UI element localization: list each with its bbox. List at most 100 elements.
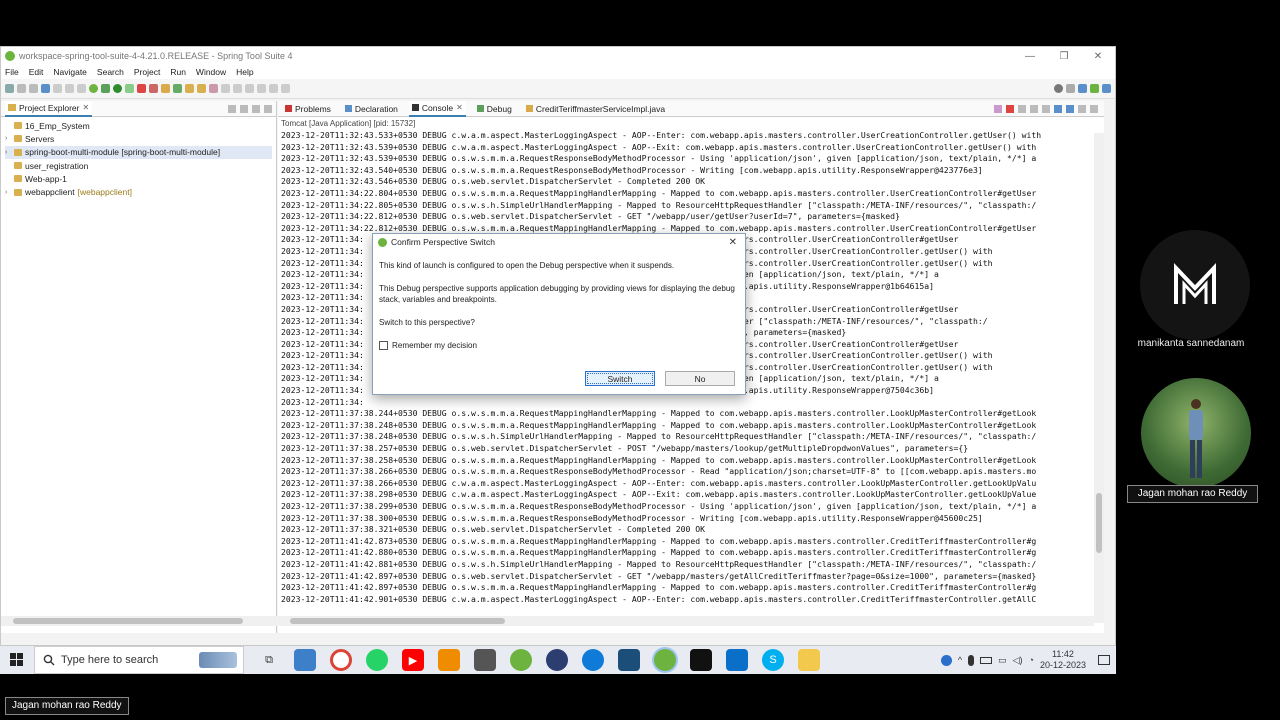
chrome-icon[interactable] xyxy=(330,649,352,671)
whatsapp-icon[interactable] xyxy=(366,649,388,671)
spring-perspective-icon[interactable] xyxy=(1090,84,1099,93)
chevron-up-icon[interactable]: ^ xyxy=(958,655,962,665)
skype-icon[interactable]: S xyxy=(762,649,784,671)
debug-perspective-icon[interactable] xyxy=(1102,84,1111,93)
remember-decision-row[interactable]: Remember my decision xyxy=(379,340,737,351)
youtube-icon[interactable]: ▶ xyxy=(402,649,424,671)
new-class-icon[interactable] xyxy=(173,84,182,93)
remember-decision-checkbox[interactable] xyxy=(379,341,388,350)
console-vertical-scrollbar[interactable] xyxy=(1094,133,1104,623)
last-edit-icon[interactable] xyxy=(245,84,254,93)
tree-item-16-emp-system[interactable]: 16_Emp_System xyxy=(5,119,272,132)
open-task-icon[interactable] xyxy=(197,84,206,93)
filter-icon[interactable] xyxy=(252,104,260,113)
tree-item-webappclient[interactable]: › webappclient [webappclient] xyxy=(5,185,272,198)
battery-icon[interactable] xyxy=(980,656,993,664)
start-button[interactable] xyxy=(0,646,34,674)
tree-item-web-app-1[interactable]: Web-app-1 xyxy=(5,172,272,185)
edge-icon[interactable] xyxy=(582,649,604,671)
spring-boot-dashboard-icon[interactable] xyxy=(89,84,98,93)
console-horizontal-scrollbar[interactable] xyxy=(278,616,1094,626)
scroll-thumb[interactable] xyxy=(13,618,243,624)
save-all-icon[interactable] xyxy=(29,84,38,93)
search-icon[interactable] xyxy=(1054,84,1063,93)
network-icon[interactable]: ▭ xyxy=(998,655,1007,666)
eclipse-icon[interactable] xyxy=(546,649,568,671)
open-console-icon[interactable] xyxy=(1078,104,1086,113)
expand-arrow-icon[interactable]: › xyxy=(5,135,11,142)
close-icon[interactable]: ✕ xyxy=(456,103,463,112)
external-tools-icon[interactable] xyxy=(137,84,146,93)
pin-console-icon[interactable] xyxy=(994,104,1002,113)
back-icon[interactable] xyxy=(257,84,266,93)
suspend-icon[interactable] xyxy=(65,84,74,93)
vscode-icon[interactable] xyxy=(726,649,748,671)
word-wrap-icon[interactable] xyxy=(1054,104,1062,113)
system-clock[interactable]: 11:42 20-12-2023 xyxy=(1040,649,1086,671)
open-type-icon[interactable] xyxy=(185,84,194,93)
tree-item-spring-boot-multi-module[interactable]: › spring-boot-multi-module [spring-boot-… xyxy=(5,145,272,159)
debug-run-icon[interactable] xyxy=(101,84,110,93)
stop-icon[interactable] xyxy=(149,84,158,93)
menu-window[interactable]: Window xyxy=(196,67,226,77)
help-icon[interactable] xyxy=(940,654,952,666)
file-explorer-icon[interactable] xyxy=(798,649,820,671)
vlc-icon[interactable] xyxy=(438,649,460,671)
menu-search[interactable]: Search xyxy=(97,67,124,77)
coverage-icon[interactable] xyxy=(125,84,134,93)
menu-edit[interactable]: Edit xyxy=(29,67,44,77)
spring-tool-suite-icon[interactable] xyxy=(510,649,532,671)
close-button[interactable]: ✕ xyxy=(1081,51,1115,62)
expand-arrow-icon[interactable]: › xyxy=(5,149,11,156)
app-icon[interactable] xyxy=(474,649,496,671)
prev-annotation-icon[interactable] xyxy=(233,84,242,93)
tab-console[interactable]: Console ✕ xyxy=(408,100,466,117)
close-icon[interactable]: ✕ xyxy=(82,103,89,112)
tab-credit-teriff-service-impl[interactable]: CreditTeriffmasterServiceImpl.java xyxy=(523,101,668,117)
debug-icon[interactable] xyxy=(41,84,50,93)
app-icon[interactable] xyxy=(294,649,316,671)
forward-icon[interactable] xyxy=(269,84,278,93)
wifi-icon[interactable]: ◔ xyxy=(1029,655,1034,665)
menu-project[interactable]: Project xyxy=(134,67,160,77)
menu-navigate[interactable]: Navigate xyxy=(53,67,87,77)
menu-help[interactable]: Help xyxy=(236,67,253,77)
tree-item-servers[interactable]: › Servers xyxy=(5,132,272,145)
tree-item-user-registration[interactable]: user_registration xyxy=(5,159,272,172)
tab-debug[interactable]: Debug xyxy=(474,101,515,117)
link-editor-icon[interactable] xyxy=(240,104,248,113)
notifications-icon[interactable] xyxy=(1098,655,1110,665)
menu-file[interactable]: File xyxy=(5,67,19,77)
scroll-thumb[interactable] xyxy=(1096,493,1102,553)
task-view-icon[interactable]: ⧉ xyxy=(258,649,280,671)
volume-icon[interactable]: ◁) xyxy=(1013,655,1023,666)
pin-editor-icon[interactable] xyxy=(281,84,290,93)
taskbar-search[interactable]: Type here to search xyxy=(34,646,244,674)
view-menu-icon[interactable] xyxy=(264,104,272,113)
open-perspective-icon[interactable] xyxy=(1066,84,1075,93)
dialog-close-button[interactable]: ✕ xyxy=(729,237,737,248)
terminate-console-icon[interactable] xyxy=(1006,104,1014,113)
scroll-thumb[interactable] xyxy=(290,618,505,624)
new-package-icon[interactable] xyxy=(161,84,170,93)
menu-run[interactable]: Run xyxy=(170,67,186,77)
terminate-icon[interactable] xyxy=(77,84,86,93)
java-perspective-icon[interactable] xyxy=(1078,84,1087,93)
next-annotation-icon[interactable] xyxy=(221,84,230,93)
no-button[interactable]: No xyxy=(665,371,735,386)
collapse-all-icon[interactable] xyxy=(228,104,236,113)
remove-launch-icon[interactable] xyxy=(1018,104,1026,113)
terminal-icon[interactable] xyxy=(690,649,712,671)
tab-declaration[interactable]: Declaration xyxy=(342,101,401,117)
new-icon[interactable] xyxy=(5,84,14,93)
save-icon[interactable] xyxy=(17,84,26,93)
clear-console-icon[interactable] xyxy=(1030,104,1038,113)
expand-arrow-icon[interactable]: › xyxy=(5,189,11,196)
maximize-button[interactable]: ❐ xyxy=(1047,51,1081,62)
scroll-lock-icon[interactable] xyxy=(1042,104,1050,113)
microphone-icon[interactable] xyxy=(968,654,975,666)
mysql-workbench-icon[interactable] xyxy=(618,649,640,671)
switch-button[interactable]: Switch xyxy=(585,371,655,386)
show-console-icon[interactable] xyxy=(1066,104,1074,113)
skip-breakpoints-icon[interactable] xyxy=(53,84,62,93)
